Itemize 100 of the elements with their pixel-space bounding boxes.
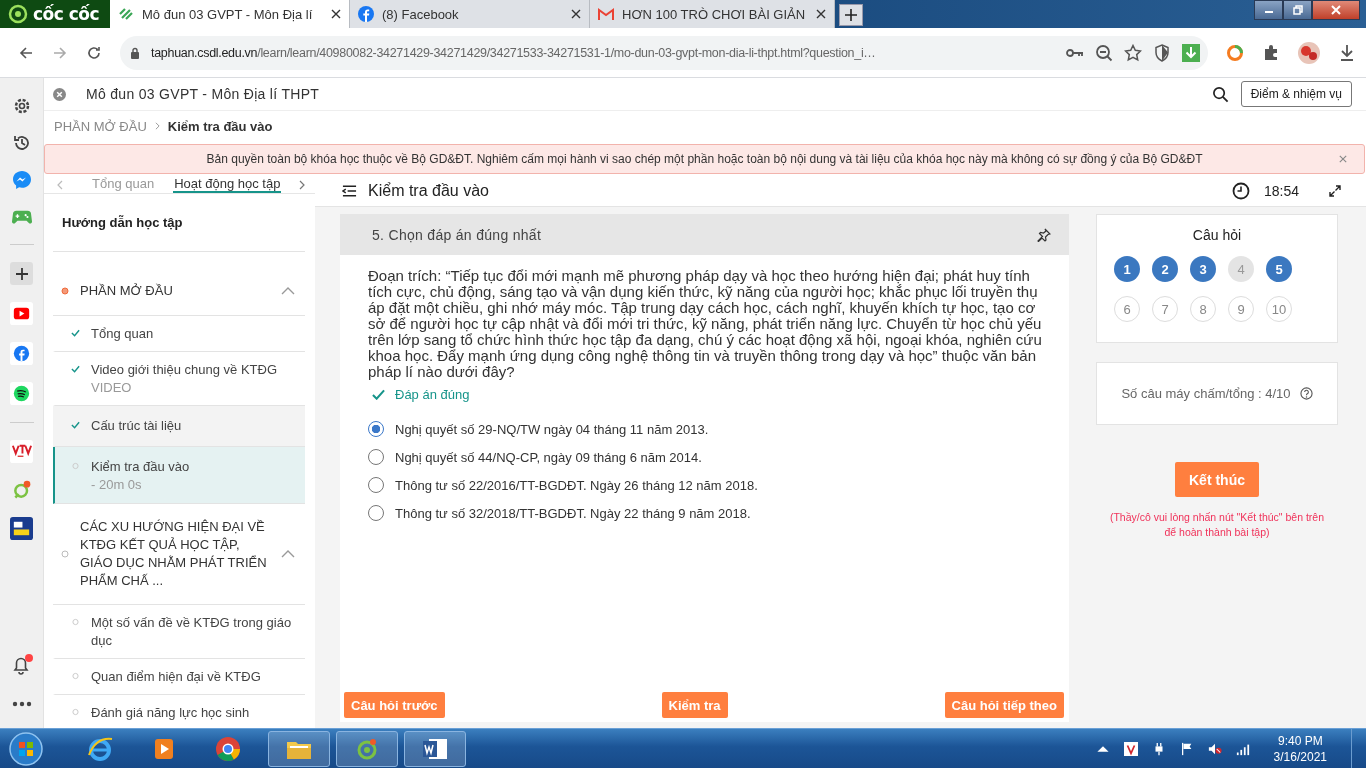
close-icon[interactable] bbox=[816, 9, 826, 19]
question-heading: 5. Chọn đáp án đúng nhất bbox=[372, 226, 543, 243]
lesson-item[interactable]: Quan điểm hiện đại về KTĐG bbox=[53, 659, 305, 695]
copyright-notice: Bản quyền toàn bộ khóa học thuộc về Bộ GD&ĐT. Nghiêm cấm mọi hành vi sao chép một phần hoặc toàn bộ nội dung và tài liệu của khóa học này mà không có sự đồng ý của Bộ GD&ĐT bbox=[206, 152, 1203, 166]
breadcrumb-item[interactable]: PHẦN MỞ ĐẦU bbox=[54, 118, 147, 134]
menu-icon[interactable] bbox=[342, 185, 357, 197]
avatar-icon[interactable] bbox=[1298, 41, 1320, 64]
help-icon[interactable] bbox=[1299, 387, 1313, 400]
section-header[interactable]: PHẦN MỞ ĐẦU bbox=[53, 252, 305, 316]
browser-tab[interactable]: HƠN 100 TRÒ CHƠI BÀI GIẢN bbox=[590, 0, 835, 28]
expand-icon[interactable] bbox=[1329, 185, 1341, 197]
question-number[interactable]: 7 bbox=[1152, 296, 1178, 322]
breadcrumb-item: Kiểm tra đầu vào bbox=[167, 118, 273, 134]
close-button[interactable] bbox=[1312, 0, 1360, 20]
course-title: Mô đun 03 GVPT - Môn Địa lí THPT bbox=[86, 86, 320, 102]
shield-icon[interactable] bbox=[1153, 43, 1171, 62]
star-icon[interactable] bbox=[1124, 43, 1142, 62]
question-number[interactable]: 5 bbox=[1266, 256, 1292, 282]
v-icon[interactable] bbox=[1123, 741, 1138, 756]
question-number[interactable]: 10 bbox=[1266, 296, 1292, 322]
restore-button[interactable] bbox=[1283, 0, 1312, 20]
answer-option[interactable]: Nghị quyết số 29-NQ/TW ngày 04 tháng 11 năm 2013. bbox=[368, 421, 1049, 437]
question-number[interactable]: 1 bbox=[1114, 256, 1140, 282]
add-button[interactable] bbox=[10, 262, 33, 285]
ring-icon bbox=[355, 736, 379, 761]
puzzle-icon[interactable] bbox=[1262, 43, 1280, 62]
question-number[interactable]: 3 bbox=[1190, 256, 1216, 282]
facebook-icon[interactable] bbox=[10, 342, 33, 365]
reload-icon[interactable] bbox=[86, 44, 102, 61]
chevron-up-icon[interactable] bbox=[281, 550, 295, 558]
sidebar-tab[interactable]: Hoạt động học tập bbox=[173, 176, 282, 193]
browser-tab[interactable]: (8) Facebook bbox=[350, 0, 590, 28]
minimize-button[interactable] bbox=[1254, 0, 1283, 20]
lesson-item[interactable]: Một số vấn đề về KTĐG trong giáo dục bbox=[53, 605, 305, 659]
question-number[interactable]: 2 bbox=[1152, 256, 1178, 282]
zoom-out-icon[interactable] bbox=[1095, 43, 1113, 62]
app-tile-icon[interactable] bbox=[10, 517, 33, 540]
question-number[interactable]: 8 bbox=[1190, 296, 1216, 322]
graded-count: Số câu máy chấm/tổng : 4/10 bbox=[1121, 386, 1291, 401]
flag-icon[interactable] bbox=[1179, 741, 1194, 756]
browser-logo[interactable]: cốc cốc bbox=[0, 0, 110, 28]
lesson-item[interactable]: Kiểm tra đầu vào - 20m 0s bbox=[53, 447, 305, 504]
answer-option[interactable]: Thông tư số 22/2016/TT-BGDĐT. Ngày 26 tháng 12 năm 2018. bbox=[368, 477, 1049, 493]
logo-icon bbox=[8, 4, 28, 24]
radio-button[interactable] bbox=[368, 505, 384, 521]
finish-note: (Thầy/cô vui lòng nhấn nút "Kết thúc" bên trên để hoàn thành bài tập) bbox=[1109, 510, 1325, 540]
history-icon[interactable] bbox=[11, 133, 32, 153]
mail-icon bbox=[598, 6, 614, 22]
document-icon bbox=[421, 736, 449, 761]
answer-option[interactable]: Thông tư số 32/2018/TT-BGDĐT. Ngày 22 tháng 9 năm 2018. bbox=[368, 505, 1049, 521]
check-icon bbox=[372, 389, 385, 400]
back-icon[interactable] bbox=[18, 44, 34, 61]
address-bar[interactable]: taphuan.csdl.edu.vn/learn/learn/40980082-34271429-34271429/34271533-34271531-1/mo-dun-03-gvpt-mon-dia-li-thpt.html?question_i… bbox=[120, 35, 1208, 70]
document-taskbar-button[interactable] bbox=[404, 730, 466, 767]
lesson-item[interactable]: Tổng quan bbox=[53, 316, 305, 352]
download-icon[interactable] bbox=[1338, 43, 1356, 62]
spotify-icon[interactable] bbox=[10, 382, 33, 405]
muted-speaker-icon[interactable] bbox=[1207, 741, 1222, 756]
question-number[interactable]: 9 bbox=[1228, 296, 1254, 322]
search-icon[interactable] bbox=[1211, 85, 1229, 103]
question-text: Đoạn trích: “Tiếp tục đổi mới mạnh mẽ phương pháp dạy và học theo hướng hiện đại; phát huy tính tích cực, chủ động, sáng tạo và vận dụng kiến thức, kỹ năng của người học; khắc phục lối truyền thụ áp đặt một chiều, ghi nhớ máy móc. Tập trung dạy cách học, cách nghĩ, khuyến khích tự học, tạo cơ sở để người học tự cập nhật và đổi mới tri thức, kỹ năng, phát triển năng lực. Chuyển từ học chủ yếu trên lớp sang tổ chức hình thức học tập đa dạng, chú ý các hoạt động xã hội, ngoại khóa, nghiên cứu khoa học. Đẩy mạnh ứng dụng công nghệ thông tin và truyền thông trong dạy và học” thuộc văn bản pháp lí nào dưới đây? bbox=[368, 268, 1043, 380]
chevron-up-icon[interactable] bbox=[281, 287, 295, 295]
lesson-title: Kiểm tra đầu vào bbox=[368, 182, 489, 200]
folder-taskbar-button[interactable] bbox=[268, 730, 330, 767]
new-tab-button[interactable] bbox=[839, 4, 863, 26]
section-title: CÁC XU HƯỚNG HIỆN ĐẠI VỀ KTĐG KẾT QUẢ HỌC TẬP, GIÁO DỤC NHẰM PHÁT TRIỂN PHẨM CHẤ ... bbox=[80, 518, 268, 590]
chrome-icon[interactable] bbox=[214, 734, 242, 763]
tv-logo-icon[interactable] bbox=[10, 440, 33, 463]
answer-option[interactable]: Nghị quyết số 44/NQ-CP, ngày 09 tháng 6 năm 2014. bbox=[368, 449, 1049, 465]
close-icon[interactable] bbox=[571, 9, 581, 19]
radio-button[interactable] bbox=[368, 449, 384, 465]
timer: 18:54 bbox=[1263, 183, 1299, 199]
radio-button[interactable] bbox=[368, 421, 384, 437]
plus-icon bbox=[845, 9, 857, 21]
pin-icon[interactable] bbox=[1037, 227, 1051, 242]
question-number[interactable]: 6 bbox=[1114, 296, 1140, 322]
taskbar-date[interactable]: 3/16/2021 bbox=[1273, 748, 1327, 765]
messenger-icon[interactable] bbox=[11, 170, 32, 190]
stripes-icon bbox=[118, 6, 134, 22]
taskbar-time[interactable]: 9:40 PM bbox=[1277, 732, 1323, 749]
restore-icon bbox=[1292, 5, 1303, 15]
close-icon bbox=[1331, 5, 1341, 15]
chevron-right-icon[interactable] bbox=[299, 179, 306, 190]
facebook-icon bbox=[358, 6, 374, 22]
clock-icon bbox=[1231, 182, 1250, 200]
ring-icon[interactable] bbox=[1226, 43, 1244, 62]
start-button[interactable] bbox=[8, 730, 44, 767]
lock-icon bbox=[130, 46, 140, 59]
feedback-text: Đáp án đúng bbox=[395, 387, 470, 402]
browser-taskbar-button[interactable] bbox=[336, 730, 398, 767]
close-icon[interactable] bbox=[331, 9, 341, 19]
chevron-right-icon bbox=[154, 122, 160, 130]
score-button[interactable]: Điểm & nhiệm vụ bbox=[1240, 81, 1352, 107]
browser-tab[interactable]: Mô đun 03 GVPT - Môn Địa lí bbox=[110, 0, 350, 28]
section-header[interactable]: CÁC XU HƯỚNG HIỆN ĐẠI VỀ KTĐG KẾT QUẢ HỌC TẬP, GIÁO DỤC NHẰM PHÁT TRIỂN PHẨM CHẤ ... bbox=[53, 504, 305, 605]
palette-title: Câu hỏi bbox=[1191, 227, 1243, 243]
play-icon[interactable] bbox=[10, 302, 33, 325]
radio-button[interactable] bbox=[368, 477, 384, 493]
lesson-item[interactable]: Cấu trúc tài liệu bbox=[53, 406, 305, 447]
study-guide-link[interactable]: Hướng dẫn học tập bbox=[53, 194, 305, 252]
